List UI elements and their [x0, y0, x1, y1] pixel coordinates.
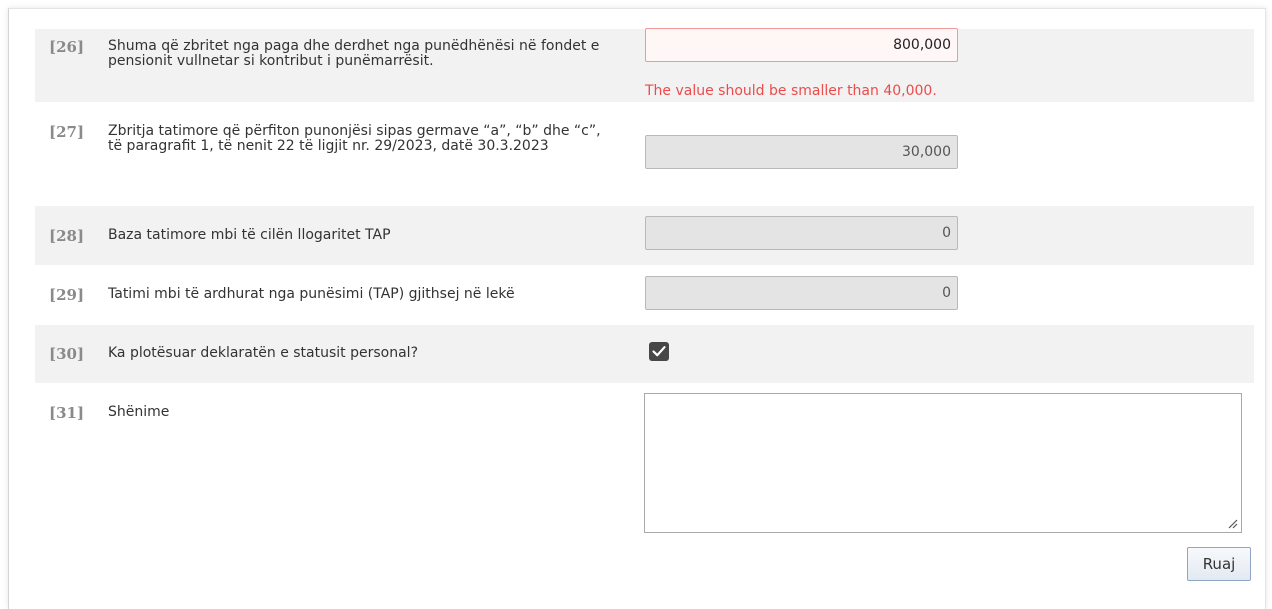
row-number: [31]: [49, 404, 85, 422]
row-number: [26]: [49, 38, 85, 56]
row-label: Shënime: [108, 404, 170, 420]
row-label: Shuma që zbritet nga paga dhe derdhet ng…: [108, 38, 600, 69]
row-label: Tatimi mbi të ardhurat nga punësimi (TAP…: [108, 286, 515, 302]
validation-error-message: The value should be smaller than 40,000.: [645, 83, 937, 99]
row-number: [28]: [49, 227, 85, 245]
tax-base-field: 0: [645, 216, 958, 250]
tax-deduction-field: 30,000: [645, 135, 958, 169]
row-label: Ka plotësuar deklaratën e statusit perso…: [108, 345, 418, 361]
personal-status-checkbox[interactable]: [649, 342, 669, 361]
save-button[interactable]: Ruaj: [1187, 547, 1251, 581]
row-label: Zbritja tatimore që përfiton punonjësi s…: [108, 123, 601, 154]
notes-textarea[interactable]: [644, 393, 1242, 533]
tap-total-field: 0: [645, 276, 958, 310]
row-label: Baza tatimore mbi të cilën llogaritet TA…: [108, 227, 391, 243]
checkmark-icon: [652, 346, 666, 357]
resize-grip-icon[interactable]: [1227, 518, 1238, 529]
contribution-input[interactable]: 800,000: [645, 28, 958, 62]
row-number: [30]: [49, 345, 85, 363]
row-number: [29]: [49, 286, 85, 304]
row-30: [30] Ka plotësuar deklaratën e statusit …: [35, 325, 1254, 383]
row-number: [27]: [49, 123, 85, 141]
